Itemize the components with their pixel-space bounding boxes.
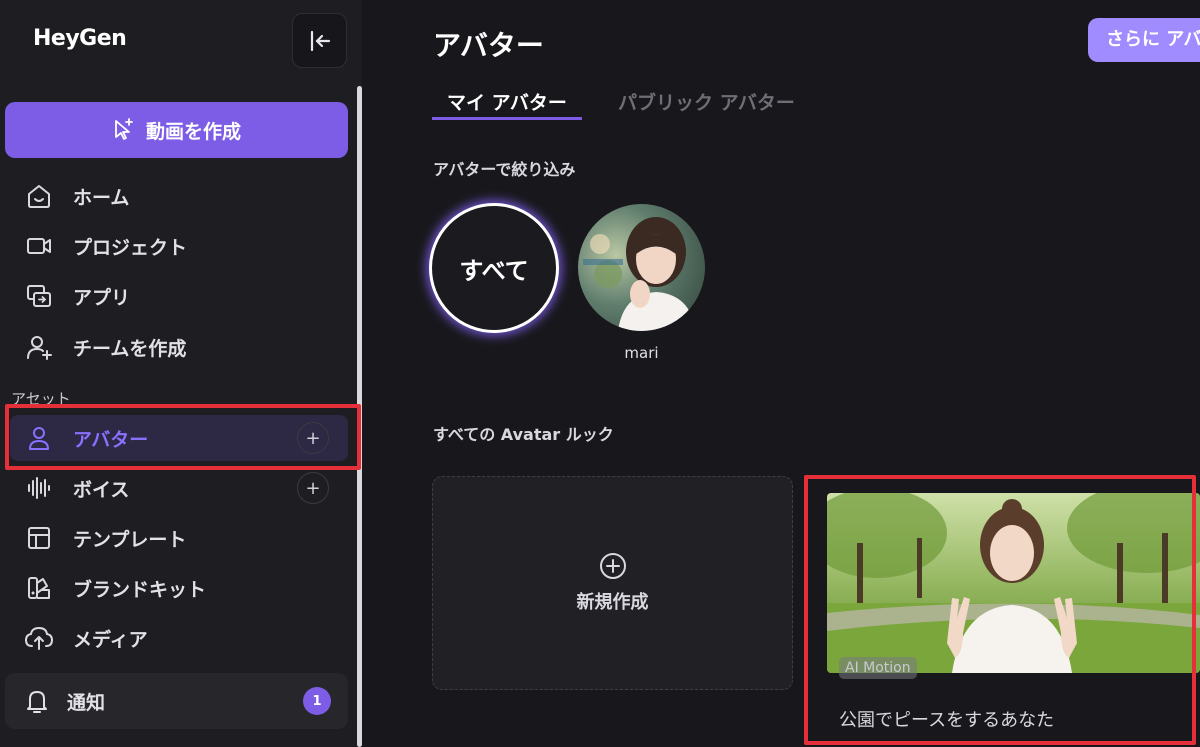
notifications-button[interactable]: 通知 1 — [5, 673, 348, 729]
sidebar-item-label: ブランドキット — [73, 578, 207, 601]
look-name: 公園でピースをするあなた — [839, 710, 1055, 731]
sidebar-item-voices[interactable]: ボイス + — [0, 465, 350, 511]
ai-motion-badge: AI Motion — [839, 657, 917, 679]
notification-count-badge: 1 — [303, 687, 331, 715]
add-voice-button[interactable]: + — [297, 472, 329, 504]
sidebar-item-projects[interactable]: プロジェクト — [0, 223, 350, 269]
sidebar-item-templates[interactable]: テンプレート — [0, 515, 350, 561]
sidebar-item-brand-kit[interactable]: ブランドキット — [0, 565, 350, 611]
cloud-upload-icon — [24, 623, 54, 653]
sidebar-item-label: ホーム — [73, 186, 130, 209]
look-thumbnail — [827, 493, 1200, 673]
create-new-label: 新規作成 — [576, 592, 649, 613]
tab-public-avatars[interactable]: パブリック アバター — [618, 88, 795, 115]
main-content: アバター さらに アバ マイ アバター パブリック アバター アバターで絞り込み… — [362, 0, 1200, 747]
create-video-label: 動画を作成 — [145, 120, 241, 143]
create-video-button[interactable]: 動画を作成 — [5, 102, 348, 158]
sidebar-item-label: メディア — [73, 628, 148, 651]
waveform-icon — [24, 473, 54, 503]
heygen-logo[interactable]: HeyGen — [33, 26, 127, 51]
filter-label: アバターで絞り込み — [433, 160, 576, 179]
page-title: アバター — [433, 29, 544, 62]
sidebar-item-label: アプリ — [73, 286, 131, 309]
sidebar-item-media[interactable]: メディア — [0, 615, 350, 661]
sidebar-item-label: プロジェクト — [73, 236, 188, 259]
sidebar-item-label: ボイス — [73, 478, 130, 501]
add-user-icon — [24, 332, 54, 362]
sidebar-item-avatars[interactable]: アバター + — [10, 415, 348, 461]
add-avatar-button[interactable]: + — [297, 422, 329, 454]
filter-all-avatars[interactable]: すべて — [429, 203, 559, 333]
sidebar-item-label: アバター — [73, 428, 149, 451]
sidebar-item-home[interactable]: ホーム — [0, 173, 350, 219]
assets-section-label: アセット — [11, 390, 71, 408]
upgrade-button[interactable]: さらに アバ — [1088, 18, 1200, 62]
sidebar-item-apps[interactable]: アプリ — [0, 273, 350, 319]
notifications-label: 通知 — [67, 691, 106, 714]
sidebar-item-create-team[interactable]: チームを作成 — [0, 324, 350, 370]
create-new-look-card[interactable]: 新規作成 — [432, 476, 793, 690]
collapse-left-icon — [310, 30, 330, 51]
looks-section-label: すべての Avatar ルック — [433, 425, 614, 444]
sidebar: HeyGen 動画を作成 ホーム プロジェクト アプリ チームを作成 アセット … — [0, 0, 362, 747]
filter-all-label: すべて — [459, 256, 529, 285]
apps-icon — [24, 281, 54, 311]
person-icon — [24, 423, 54, 453]
template-icon — [24, 523, 54, 553]
look-thumbnail-image — [827, 493, 1200, 673]
avatar-name-mari: mari — [624, 344, 659, 362]
plus-circle-icon — [599, 553, 626, 579]
brand-kit-icon — [24, 573, 54, 603]
sidebar-item-label: チームを作成 — [73, 337, 187, 360]
home-icon — [24, 181, 54, 211]
collapse-sidebar-button[interactable] — [292, 13, 347, 68]
bell-icon — [21, 685, 53, 717]
tab-my-avatars[interactable]: マイ アバター — [432, 88, 582, 120]
video-camera-icon — [24, 231, 54, 261]
filter-avatar-mari[interactable] — [578, 204, 705, 331]
create-video-icon — [115, 118, 133, 140]
sidebar-item-label: テンプレート — [73, 528, 187, 551]
avatar-portrait-image — [578, 204, 705, 331]
